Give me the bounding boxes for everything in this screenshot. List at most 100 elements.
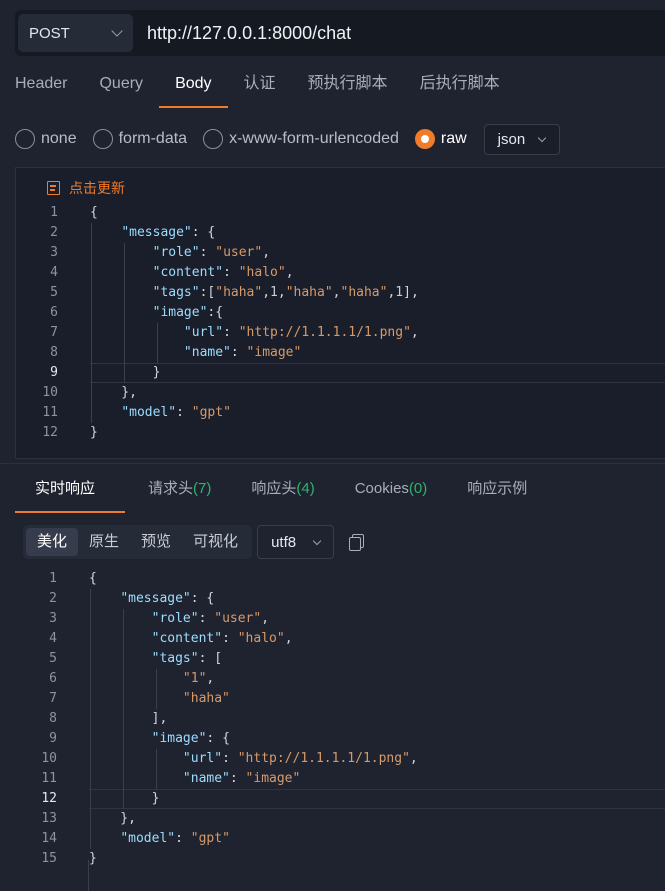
request-tabs: Header Query Body 认证 预执行脚本 后执行脚本 (0, 62, 665, 108)
code-line: 7 "url": "http://1.1.1.1/1.png", (16, 323, 665, 343)
request-headers-count: (7) (193, 480, 212, 497)
code-text: "1", (182, 671, 215, 686)
code-text: "url": "http://1.1.1.1/1.png", (183, 325, 419, 340)
view-toolbar: 美化 原生 预览 可视化 utf8 (23, 524, 365, 560)
copy-icon[interactable] (349, 534, 365, 551)
radio-none[interactable]: none (15, 129, 77, 149)
method-select[interactable]: POST (18, 14, 133, 52)
line-number: 2 (49, 591, 57, 606)
encoding-select[interactable]: utf8 (257, 525, 335, 559)
code-line: 9 } (16, 363, 665, 383)
radio-raw-label: raw (440, 130, 467, 147)
view-visualize-button[interactable]: 可视化 (182, 528, 249, 556)
request-body-editor[interactable]: 点击更新 1{2 "message": {3 "role": "user", 4 … (15, 167, 665, 459)
line-number: 1 (50, 205, 58, 220)
line-number: 3 (50, 245, 58, 260)
tab-response-headers-label: 响应头 (251, 480, 297, 497)
line-number: 8 (50, 345, 58, 360)
response-tabs: 实时响应 请求头(7) 响应头(4) Cookies(0) 响应示例 (15, 467, 547, 513)
line-number: 2 (50, 225, 58, 240)
code-text: } (89, 791, 160, 806)
view-raw-button[interactable]: 原生 (78, 528, 130, 556)
tab-auth[interactable]: 认证 (228, 62, 292, 108)
view-pretty-button[interactable]: 美化 (26, 528, 79, 556)
tab-request-headers[interactable]: 请求头(7) (125, 467, 231, 513)
code-line: 4 "content": "halo", (15, 629, 665, 649)
refresh-button[interactable]: 点击更新 (47, 178, 125, 198)
tab-live-response[interactable]: 实时响应 (15, 467, 125, 513)
code-text: "role": "user", (151, 611, 270, 626)
line-number: 4 (49, 631, 57, 646)
code-line: 13 }, (15, 809, 665, 829)
chevron-down-icon (111, 25, 123, 37)
code-line: 8 "name": "image" (16, 343, 665, 363)
code-text: }, (89, 811, 136, 826)
radio-raw[interactable]: raw (414, 129, 467, 149)
radio-circle-icon (203, 129, 224, 149)
code-text: } (90, 425, 98, 440)
tab-pre-script[interactable]: 预执行脚本 (292, 62, 404, 108)
radio-urlencoded[interactable]: x-www-form-urlencoded (203, 129, 399, 149)
radio-urlencoded-label: x-www-form-urlencoded (229, 130, 399, 147)
tab-response-examples-label: 响应示例 (467, 480, 528, 497)
code-text: }, (90, 385, 137, 400)
response-code: 1{ 2 "message": { 3 "role": "user", 4 "cont… (15, 569, 665, 869)
line-number: 13 (41, 811, 57, 826)
code-line: 10 }, (16, 383, 665, 403)
format-select[interactable]: json (483, 123, 560, 155)
code-text: "name": "image" (182, 771, 301, 786)
code-line: 6 "image":{ (16, 303, 665, 323)
panel-divider[interactable] (0, 463, 665, 464)
tab-body[interactable]: Body (159, 62, 229, 108)
line-number: 8 (49, 711, 57, 726)
code-line: 8 ], (15, 709, 665, 729)
cookies-count: (0) (408, 480, 428, 497)
code-line: 3 "role": "user", (16, 243, 665, 263)
code-text: "model": "gpt" (120, 831, 230, 846)
radio-form-data-label: form-data (118, 130, 188, 147)
method-label: POST (29, 24, 70, 42)
code-text: "tags": [ (151, 651, 223, 666)
tab-response-headers[interactable]: 响应头(4) (231, 467, 334, 513)
chevron-down-icon (312, 536, 322, 545)
tab-post-script[interactable]: 后执行脚本 (404, 62, 516, 108)
code-text: } (89, 851, 97, 866)
code-text: { (90, 205, 98, 220)
code-line: 12 } (15, 789, 665, 809)
view-preview-button[interactable]: 预览 (130, 528, 182, 556)
tab-request-headers-label: 请求头 (148, 480, 194, 497)
radio-circle-icon (92, 129, 113, 149)
line-number: 14 (41, 831, 57, 846)
code-line: 1{ (15, 569, 665, 589)
line-number: 12 (42, 425, 58, 440)
line-number: 5 (49, 651, 57, 666)
line-number: 6 (50, 305, 58, 320)
code-line: 11 "name": "image" (15, 769, 665, 789)
view-mode-group: 美化 原生 预览 可视化 (23, 525, 253, 559)
line-number: 9 (50, 365, 58, 380)
line-number: 1 (49, 571, 57, 586)
document-icon (47, 181, 60, 195)
tab-header[interactable]: Header (0, 62, 83, 108)
code-text: ], (89, 711, 168, 726)
line-number: 3 (49, 611, 57, 626)
code-line: 9 "image": { (15, 729, 665, 749)
url-input[interactable]: http://127.0.0.1:8000/chat (147, 23, 351, 44)
indent-guide (124, 243, 125, 383)
format-label: json (497, 130, 526, 148)
line-number: 11 (42, 405, 58, 420)
radio-form-data[interactable]: form-data (92, 129, 188, 149)
code-text: "url": "http://1.1.1.1/1.png", (182, 751, 418, 766)
code-line: 5 "tags":["haha",1,"haha","haha",1], (16, 283, 665, 303)
tab-query[interactable]: Query (83, 62, 159, 108)
code-line: 4 "content": "halo", (16, 263, 665, 283)
code-text: "message": { (120, 591, 215, 606)
code-line: 2 "message": { (16, 223, 665, 243)
line-number: 15 (41, 851, 57, 866)
tab-cookies[interactable]: Cookies(0) (335, 467, 448, 513)
code-text: "model": "gpt" (121, 405, 231, 420)
code-line: 1{ (16, 203, 665, 223)
tab-cookies-label: Cookies (354, 480, 409, 497)
code-text: "tags":["haha",1,"haha","haha",1], (152, 285, 419, 300)
tab-response-examples[interactable]: 响应示例 (447, 467, 547, 513)
